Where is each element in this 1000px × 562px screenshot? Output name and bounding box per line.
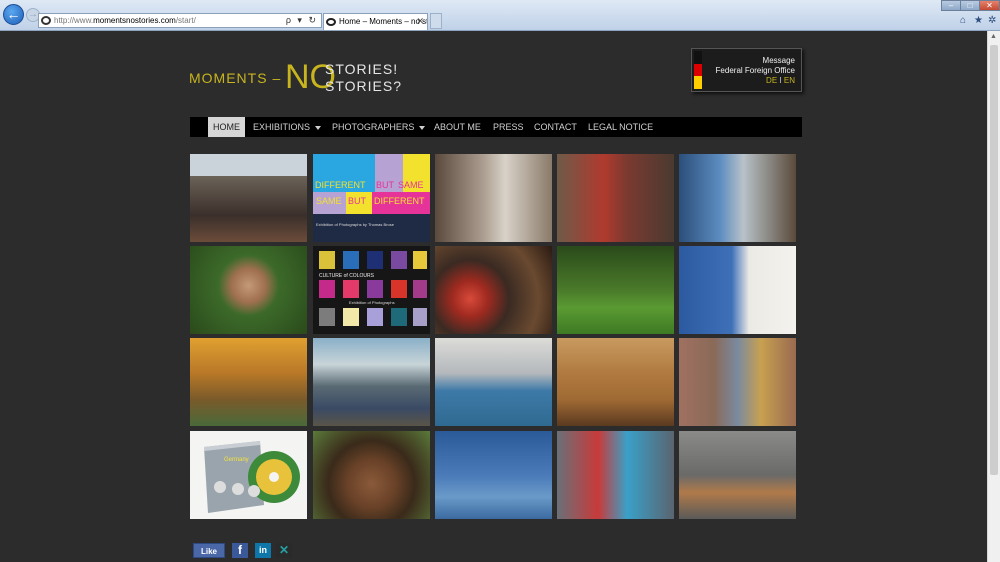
svg-text:CULTURE of COLOURS: CULTURE of COLOURS — [319, 273, 375, 279]
svg-text:BUT: BUT — [348, 196, 367, 206]
photo-tile[interactable] — [679, 154, 796, 242]
lang-en-link[interactable]: EN — [784, 76, 795, 85]
facebook-icon[interactable]: f — [232, 543, 248, 558]
lang-de-link[interactable]: DE — [766, 76, 777, 85]
photo-tile[interactable] — [557, 338, 674, 426]
poster-tile-different[interactable]: DIFFERENT BUT SAME SAME BUT DIFFERENT Ex… — [313, 154, 430, 242]
photo-tile[interactable] — [679, 338, 796, 426]
menu-item-contact[interactable]: CONTACT — [534, 117, 577, 137]
address-bar[interactable]: http://www.momentsnostories.com/start/ ρ… — [38, 13, 322, 28]
language-switch: DE I EN — [766, 76, 795, 85]
address-url: http://www.momentsnostories.com/start/ — [54, 16, 196, 25]
photo-tile[interactable] — [557, 246, 674, 334]
chevron-down-icon — [419, 125, 426, 130]
menu-item-press[interactable]: PRESS — [493, 117, 524, 137]
facebook-like-button[interactable]: Like — [193, 543, 225, 558]
foreign-office-badge[interactable]: Message Federal Foreign Office DE I EN — [691, 48, 802, 92]
main-menu: HOME EXHIBITIONS PHOTOGRAPHERS ABOUT ME … — [190, 117, 802, 137]
photo-tile[interactable] — [435, 246, 552, 334]
poster-graphic: CULTURE of COLOURS Exhibition of Photogr… — [313, 246, 430, 334]
photo-tile[interactable] — [435, 338, 552, 426]
svg-text:SAME: SAME — [316, 196, 342, 206]
german-flag-icon — [694, 51, 702, 89]
back-button[interactable]: ← — [3, 4, 24, 25]
close-window-button[interactable]: ✕ — [979, 0, 1000, 11]
photo-tile[interactable] — [557, 154, 674, 242]
cd-graphic: Germany — [190, 431, 307, 519]
photo-tile[interactable] — [435, 431, 552, 519]
minimize-button[interactable]: – — [941, 0, 961, 11]
xing-icon[interactable]: ✕ — [276, 543, 292, 558]
scroll-up-icon[interactable]: ▲ — [990, 33, 997, 40]
photo-tile[interactable] — [190, 154, 307, 242]
logo-stories-question: STORIES? — [325, 78, 402, 94]
browser-toolbar: ← → http://www.momentsnostories.com/star… — [0, 0, 1000, 31]
logo-moments: MOMENTS – — [189, 70, 282, 86]
svg-text:Germany: Germany — [224, 457, 249, 463]
photo-tile[interactable] — [190, 246, 307, 334]
scroll-thumb[interactable] — [990, 45, 998, 475]
photo-tile[interactable] — [190, 338, 307, 426]
svg-text:DIFFERENT: DIFFERENT — [315, 180, 366, 190]
address-tools[interactable]: ρ ▾ ↻ — [286, 14, 318, 27]
cd-tile-germany[interactable]: Germany — [190, 431, 307, 519]
badge-office: Federal Foreign Office — [715, 66, 795, 75]
photo-tile[interactable] — [435, 154, 552, 242]
logo-stories-exclaim: STORIES! — [325, 61, 399, 77]
poster-tile-culture[interactable]: CULTURE of COLOURS Exhibition of Photogr… — [313, 246, 430, 334]
photo-tile[interactable] — [557, 431, 674, 519]
photo-tile[interactable] — [313, 338, 430, 426]
menu-item-home[interactable]: HOME — [208, 117, 245, 137]
chevron-down-icon — [315, 125, 322, 130]
svg-text:Exhibition of Photographs: Exhibition of Photographs — [349, 300, 395, 305]
tab-page-icon — [326, 18, 336, 26]
page-icon — [41, 16, 51, 25]
badge-message: Message — [762, 56, 795, 65]
maximize-button[interactable]: □ — [960, 0, 980, 11]
svg-text:BUT: BUT — [376, 180, 395, 190]
svg-text:DIFFERENT: DIFFERENT — [374, 196, 425, 206]
svg-text:SAME: SAME — [398, 180, 424, 190]
tab-close-icon[interactable]: ✕ — [416, 14, 424, 29]
menu-item-exhibitions[interactable]: EXHIBITIONS — [253, 117, 322, 137]
tab-label: Home – Moments – no stor... — [339, 17, 427, 26]
menu-item-about-me[interactable]: ABOUT ME — [434, 117, 481, 137]
photo-tile[interactable] — [679, 431, 796, 519]
gear-icon[interactable]: ✲ — [988, 15, 996, 26]
vertical-scrollbar[interactable]: ▲ — [987, 31, 1000, 562]
star-icon[interactable]: ★ — [974, 15, 983, 26]
home-icon[interactable]: ⌂ — [960, 15, 966, 26]
svg-text:Exhibition of Photographs by T: Exhibition of Photographs by Thomas Bros… — [316, 222, 395, 227]
linkedin-icon[interactable]: in — [255, 543, 271, 558]
photo-tile[interactable] — [679, 246, 796, 334]
menu-item-photographers[interactable]: PHOTOGRAPHERS — [332, 117, 426, 137]
menu-item-legal-notice[interactable]: LEGAL NOTICE — [588, 117, 653, 137]
photo-tile[interactable] — [313, 431, 430, 519]
new-tab-button[interactable] — [430, 13, 442, 29]
poster-graphic: DIFFERENT BUT SAME SAME BUT DIFFERENT Ex… — [313, 154, 430, 242]
tab-home[interactable]: Home – Moments – no stor... ✕ — [323, 13, 428, 30]
